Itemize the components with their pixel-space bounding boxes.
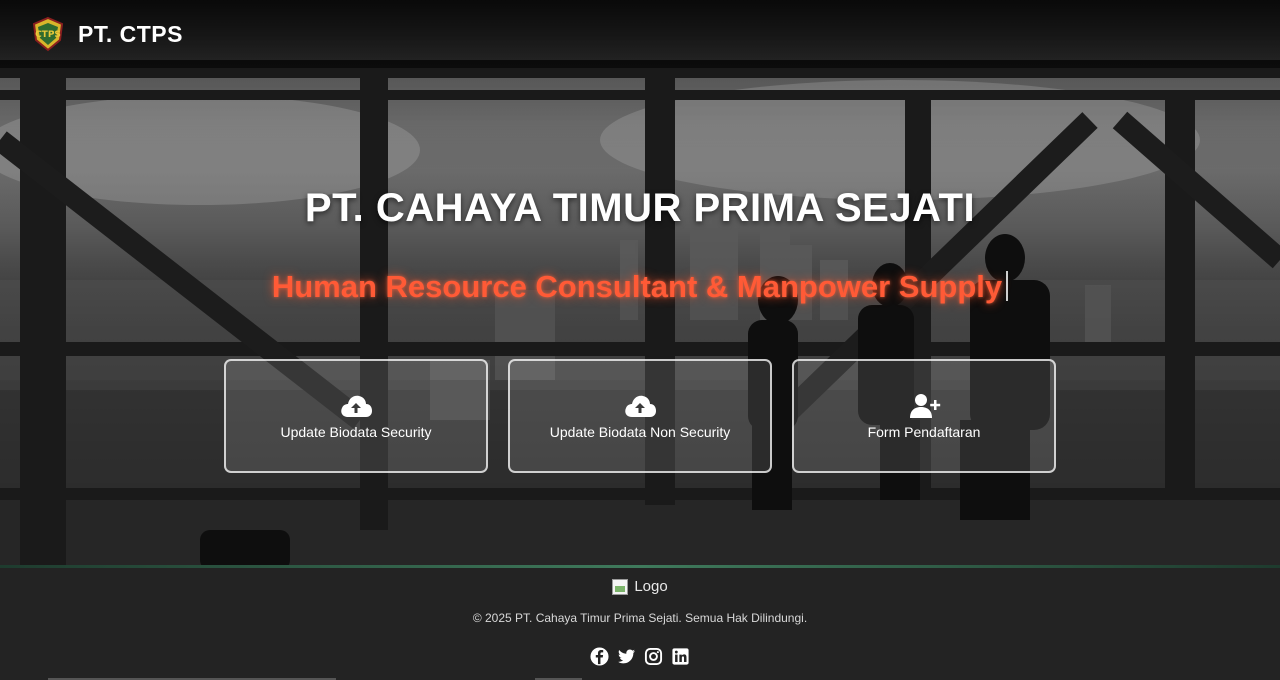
typing-caret xyxy=(1006,271,1009,301)
cloud-upload-icon xyxy=(341,395,372,417)
hero-tagline: Human Resource Consultant & Manpower Sup… xyxy=(0,269,1280,305)
instagram-icon[interactable] xyxy=(644,647,663,666)
svg-text:CTPS: CTPS xyxy=(35,30,61,40)
social-links xyxy=(0,647,1280,666)
card-label: Update Biodata Security xyxy=(280,423,432,440)
hero-title: PT. CAHAYA TIMUR PRIMA SEJATI xyxy=(304,186,976,230)
action-cards: Update Biodata Security Update Biodata N… xyxy=(224,359,1056,473)
update-biodata-security-card[interactable]: Update Biodata Security xyxy=(224,359,488,473)
hero-section: CTPS PT. CTPS PT. CAHAYA TIMUR PRIMA SEJ… xyxy=(0,0,1280,568)
ctps-logo-icon[interactable]: CTPS xyxy=(30,16,66,52)
cloud-upload-icon xyxy=(625,395,656,417)
copyright-text: © 2025 PT. Cahaya Timur Prima Sejati. Se… xyxy=(472,611,808,625)
form-pendaftaran-card[interactable]: Form Pendaftaran xyxy=(792,359,1056,473)
linkedin-icon[interactable] xyxy=(671,647,690,666)
hero-tagline-text: Human Resource Consultant & Manpower Sup… xyxy=(271,269,1003,304)
update-biodata-non-security-card[interactable]: Update Biodata Non Security xyxy=(508,359,772,473)
site-footer: Logo © 2025 PT. Cahaya Timur Prima Sejat… xyxy=(0,568,1280,680)
footer-logo-alt: Logo xyxy=(634,578,668,595)
footer-logo: Logo xyxy=(0,578,1280,595)
user-plus-icon xyxy=(910,393,941,418)
card-label: Form Pendaftaran xyxy=(867,423,981,440)
facebook-icon[interactable] xyxy=(590,647,609,666)
card-label: Update Biodata Non Security xyxy=(549,423,731,440)
site-header: CTPS PT. CTPS xyxy=(0,0,1280,68)
broken-image-icon xyxy=(612,578,629,595)
brand-name[interactable]: PT. CTPS xyxy=(78,21,183,48)
twitter-icon[interactable] xyxy=(617,647,636,666)
